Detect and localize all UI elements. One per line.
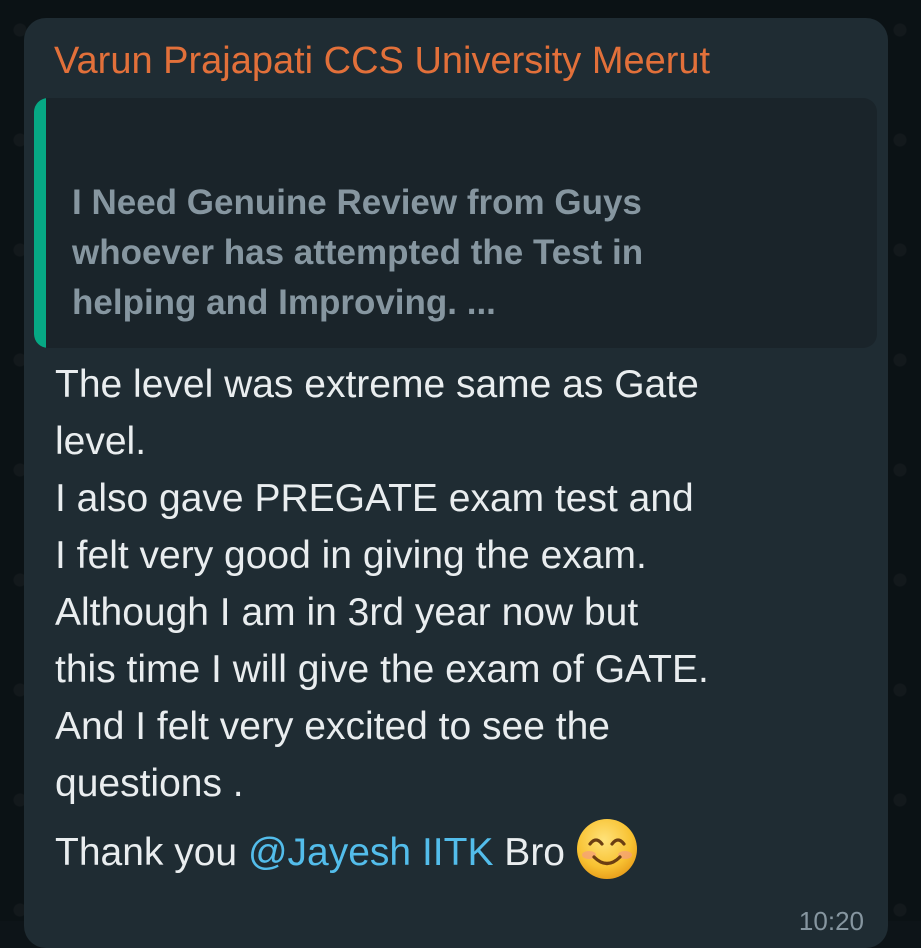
message-line: The level was extreme same as Gate [55,363,699,406]
message-line: level. [55,420,147,463]
message-line: And I felt very excited to see the [55,705,610,748]
message-line: Although I am in 3rd year now but [55,591,639,634]
quoted-line: I Need Genuine Review from Guys [72,183,642,222]
thanks-suffix: Bro [493,831,565,874]
quoted-line: helping and Improving. ... [72,283,496,322]
message-line: I felt very good in giving the exam. [55,534,647,577]
smiling-face-emoji-icon [575,817,639,881]
message-line: questions . [55,762,244,805]
message-timestamp: 10:20 [798,906,864,936]
quoted-text: I Need Genuine Review from Guys whoever … [72,178,852,328]
thanks-line: Thank you @Jayesh IITK Bro [55,818,875,884]
message-line: I also gave PREGATE exam test and [55,477,694,520]
sender-name[interactable]: Varun Prajapati CCS University Meerut [54,40,710,83]
message-line: this time I will give the exam of GATE. [55,648,709,691]
quoted-line: whoever has attempted the Test in [72,233,644,272]
message-text: The level was extreme same as Gate level… [55,356,875,884]
user-mention-link[interactable]: @Jayesh IITK [248,831,494,874]
quote-accent-bar [34,98,46,348]
quoted-message[interactable]: I Need Genuine Review from Guys whoever … [34,98,877,348]
message-bubble[interactable]: Varun Prajapati CCS University Meerut I … [24,18,888,948]
thanks-prefix: Thank you [55,831,248,874]
